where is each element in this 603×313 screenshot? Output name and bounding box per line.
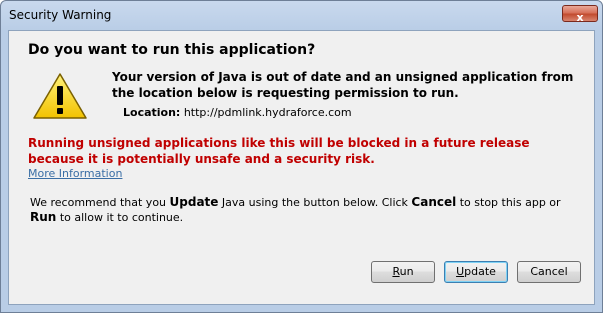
- recommend-part-1: We recommend that you: [30, 196, 170, 209]
- more-information-link[interactable]: More Information: [28, 167, 122, 180]
- update-button[interactable]: Update: [444, 261, 508, 283]
- title-bar[interactable]: Security Warning x: [1, 1, 602, 30]
- recommend-part-3: to stop this app or: [456, 196, 561, 209]
- close-button[interactable]: x: [562, 5, 598, 24]
- recommend-run: Run: [30, 210, 57, 224]
- dialog-body: Do you want to run this application? You…: [8, 30, 595, 305]
- dialog-heading: Do you want to run this application?: [28, 42, 316, 58]
- run-access-key: R: [392, 265, 400, 278]
- recommendation-text: We recommend that you Update Java using …: [30, 195, 580, 225]
- location-label: Location:: [123, 106, 181, 119]
- location-line: Location: http://pdmlink.hydraforce.com: [123, 106, 352, 119]
- cancel-button[interactable]: Cancel: [517, 261, 581, 283]
- warning-triangle-icon: [33, 73, 87, 119]
- run-label-rest: un: [399, 265, 414, 278]
- recommend-cancel: Cancel: [411, 195, 457, 209]
- recommend-part-4: to allow it to continue.: [56, 211, 184, 224]
- run-button[interactable]: Run: [371, 261, 435, 283]
- security-warning-window: Security Warning x Do you want to run th…: [0, 0, 603, 313]
- close-icon: x: [576, 11, 584, 24]
- description-text: Your version of Java is out of date and …: [112, 70, 574, 100]
- security-risk-warning: Running unsigned applications like this …: [28, 136, 530, 166]
- recommend-update: Update: [169, 195, 219, 209]
- window-title: Security Warning: [9, 8, 112, 22]
- update-access-key: U: [456, 265, 465, 278]
- recommend-part-2: Java using the button below. Click: [218, 196, 412, 209]
- update-label-rest: pdate: [464, 265, 496, 278]
- location-value: http://pdmlink.hydraforce.com: [183, 106, 352, 119]
